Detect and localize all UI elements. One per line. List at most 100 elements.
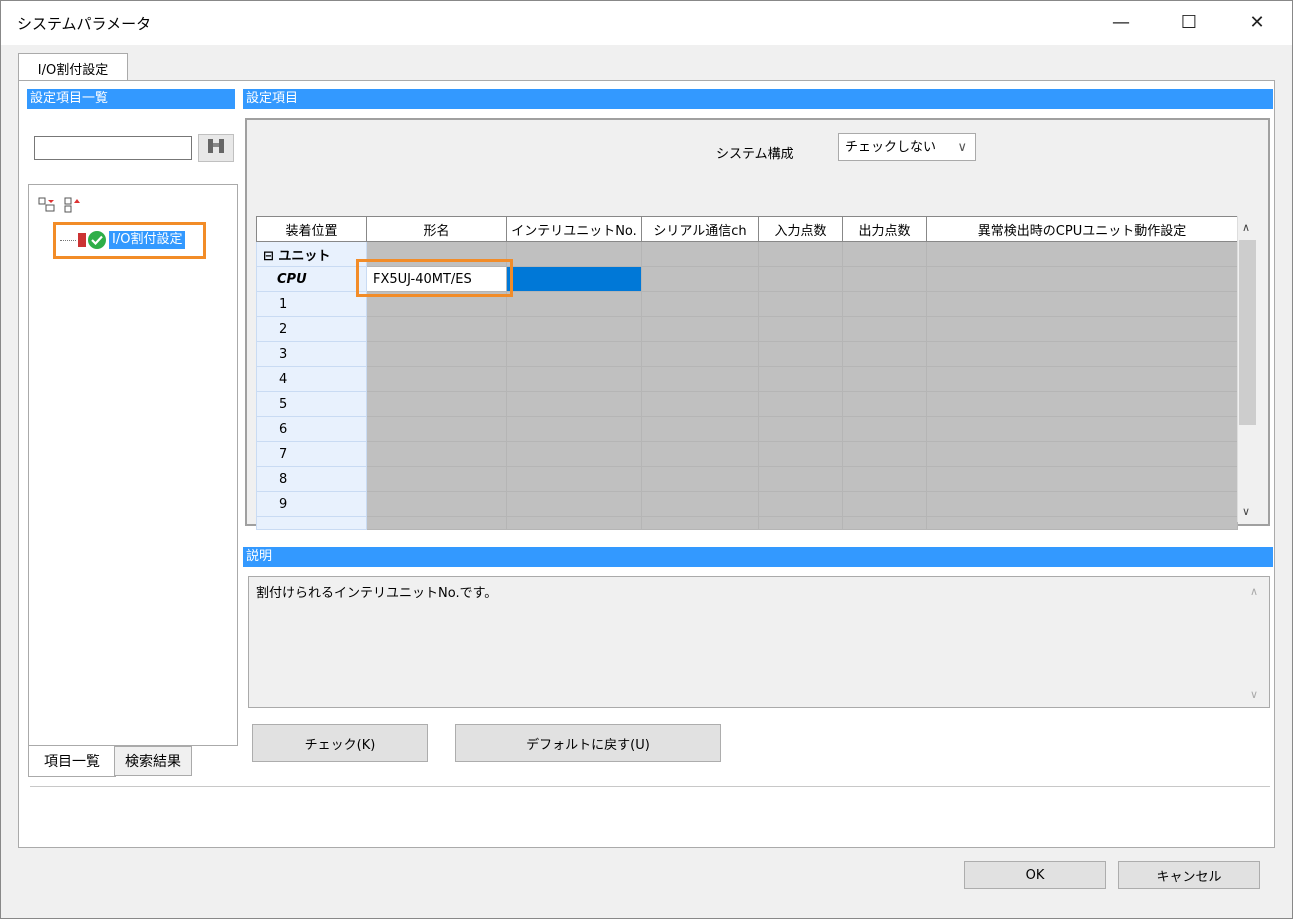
cell[interactable] <box>758 516 843 530</box>
cell[interactable] <box>366 516 507 530</box>
cell[interactable] <box>758 416 843 442</box>
col-output-points[interactable]: 出力点数 <box>842 216 927 242</box>
cell[interactable] <box>926 441 1238 467</box>
cell[interactable] <box>506 366 642 392</box>
row-pos[interactable]: 6 <box>256 416 367 442</box>
cell[interactable] <box>758 491 843 517</box>
row-pos[interactable]: 5 <box>256 391 367 417</box>
cell[interactable] <box>758 366 843 392</box>
cell[interactable] <box>758 241 843 267</box>
scroll-down-icon[interactable]: ∨ <box>1242 505 1250 518</box>
cell[interactable] <box>758 391 843 417</box>
cell[interactable] <box>842 341 927 367</box>
minimize-button[interactable]: — <box>1098 7 1144 37</box>
row-pos[interactable]: 3 <box>256 341 367 367</box>
cell[interactable] <box>842 366 927 392</box>
cell[interactable] <box>758 316 843 342</box>
row-pos[interactable]: CPU <box>256 266 367 292</box>
cell[interactable] <box>641 516 759 530</box>
cell[interactable] <box>366 416 507 442</box>
cell[interactable] <box>366 341 507 367</box>
col-input-points[interactable]: 入力点数 <box>758 216 843 242</box>
cell[interactable] <box>926 516 1238 530</box>
cell[interactable] <box>926 466 1238 492</box>
cell[interactable] <box>506 391 642 417</box>
row-pos[interactable]: 4 <box>256 366 367 392</box>
cell[interactable] <box>926 291 1238 317</box>
scroll-up-icon[interactable]: ∧ <box>1242 221 1250 234</box>
cell[interactable] <box>641 341 759 367</box>
cell[interactable] <box>842 316 927 342</box>
cell[interactable] <box>842 391 927 417</box>
close-button[interactable]: ✕ <box>1234 7 1280 37</box>
desc-scroll-down-icon[interactable]: ∨ <box>1250 688 1258 701</box>
cell[interactable] <box>926 491 1238 517</box>
row-pos[interactable]: 1 <box>256 291 367 317</box>
cell[interactable] <box>641 241 759 267</box>
cell[interactable] <box>842 241 927 267</box>
maximize-button[interactable]: ☐ <box>1166 7 1212 37</box>
cell[interactable] <box>842 516 927 530</box>
tab-item-list[interactable]: 項目一覧 <box>28 746 116 777</box>
search-input[interactable] <box>34 136 192 160</box>
col-mount-position[interactable]: 装着位置 <box>256 216 367 242</box>
cell[interactable] <box>506 491 642 517</box>
col-model-name[interactable]: 形名 <box>366 216 507 242</box>
cell[interactable] <box>842 416 927 442</box>
cell[interactable] <box>926 416 1238 442</box>
ok-button[interactable]: OK <box>964 861 1106 889</box>
cell[interactable] <box>366 391 507 417</box>
cell[interactable] <box>366 491 507 517</box>
cell[interactable] <box>641 316 759 342</box>
row-pos[interactable]: ⊟ ユニット <box>256 241 367 267</box>
cell[interactable] <box>506 416 642 442</box>
cell[interactable] <box>641 266 759 292</box>
cell[interactable] <box>641 291 759 317</box>
cell[interactable] <box>926 241 1238 267</box>
cell[interactable] <box>506 466 642 492</box>
scrollbar-thumb[interactable] <box>1239 240 1256 425</box>
row-pos[interactable] <box>256 516 367 530</box>
cell[interactable] <box>366 466 507 492</box>
tab-search-results[interactable]: 検索結果 <box>114 746 192 776</box>
cell[interactable] <box>641 416 759 442</box>
cell[interactable] <box>842 441 927 467</box>
cell[interactable] <box>641 366 759 392</box>
cell[interactable] <box>366 366 507 392</box>
cell[interactable] <box>506 291 642 317</box>
cell[interactable] <box>506 316 642 342</box>
row-pos[interactable]: 7 <box>256 441 367 467</box>
tab-io-assignment[interactable]: I/O割付設定 <box>18 53 128 82</box>
cell[interactable] <box>758 266 843 292</box>
check-button[interactable]: チェック(K) <box>252 724 428 762</box>
cell[interactable] <box>641 391 759 417</box>
cell[interactable] <box>506 341 642 367</box>
col-serial-ch[interactable]: シリアル通信ch <box>641 216 759 242</box>
system-config-select[interactable]: チェックしない ∨ <box>838 133 976 161</box>
desc-scroll-up-icon[interactable]: ∧ <box>1250 585 1258 598</box>
cell[interactable] <box>926 391 1238 417</box>
cell[interactable] <box>366 316 507 342</box>
cancel-button[interactable]: キャンセル <box>1118 861 1260 889</box>
expand-all-icon[interactable] <box>38 196 56 218</box>
cell[interactable] <box>758 291 843 317</box>
collapse-all-icon[interactable] <box>64 196 82 218</box>
row-pos[interactable]: 9 <box>256 491 367 517</box>
cell[interactable] <box>506 516 642 530</box>
cell[interactable] <box>758 341 843 367</box>
cell[interactable] <box>926 341 1238 367</box>
selected-cell[interactable] <box>506 266 642 292</box>
row-pos[interactable]: 8 <box>256 466 367 492</box>
cell[interactable] <box>506 241 642 267</box>
cell[interactable] <box>842 266 927 292</box>
cell[interactable] <box>926 266 1238 292</box>
cell[interactable] <box>758 466 843 492</box>
cell[interactable] <box>842 466 927 492</box>
col-error-action[interactable]: 異常検出時のCPUユニット動作設定 <box>926 216 1238 242</box>
cell[interactable] <box>842 491 927 517</box>
search-button[interactable] <box>198 134 234 162</box>
cell[interactable] <box>641 466 759 492</box>
cell[interactable] <box>926 366 1238 392</box>
reset-default-button[interactable]: デフォルトに戻す(U) <box>455 724 721 762</box>
cell[interactable] <box>641 441 759 467</box>
